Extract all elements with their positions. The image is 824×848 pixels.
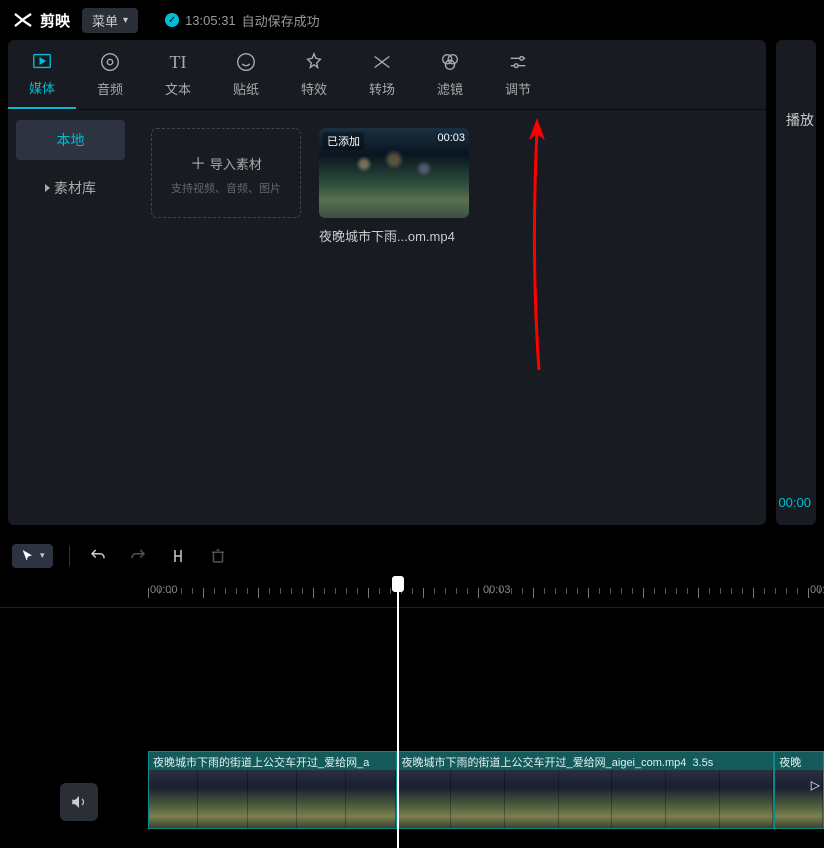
added-badge: 已添加	[323, 132, 364, 150]
tab-text[interactable]: TI 文本	[144, 40, 212, 109]
sidebar-library[interactable]: 素材库	[16, 168, 125, 208]
playhead-handle[interactable]	[392, 576, 404, 592]
delete-button[interactable]	[206, 544, 230, 568]
caret-right-icon	[45, 184, 50, 192]
tab-media[interactable]: 媒体	[8, 40, 76, 109]
transition-icon	[371, 51, 393, 73]
tab-filter[interactable]: 滤镜	[416, 40, 484, 109]
split-button[interactable]	[166, 544, 190, 568]
preview-label: 播放	[786, 110, 814, 130]
media-icon	[31, 50, 53, 72]
tab-transition[interactable]: 转场	[348, 40, 416, 109]
top-toolbar: 媒体 音频 TI 文本 贴纸 特效 转场	[8, 40, 766, 110]
sticker-icon	[235, 51, 257, 73]
ruler-label: 00:	[810, 584, 824, 596]
timeline[interactable]: 00:00 00:03 00: 夜晚城市下雨的街道上公交车开过_爱给网_a 夜晚…	[0, 578, 824, 848]
sidebar-local[interactable]: 本地	[16, 120, 125, 160]
speaker-icon	[70, 793, 88, 811]
app-logo: 剪映	[12, 9, 70, 31]
chevron-down-icon: ▾	[40, 550, 45, 561]
plus-icon: ＋	[190, 156, 206, 173]
tab-audio[interactable]: 音频	[76, 40, 144, 109]
import-media-button[interactable]: ＋ 导入素材 支持视频、音频、图片	[151, 128, 301, 218]
chevron-down-icon: ▾	[123, 15, 128, 26]
redo-button[interactable]	[126, 544, 150, 568]
text-icon: TI	[167, 51, 189, 73]
clip-filename: 夜晚城市下雨...om.mp4	[319, 226, 469, 245]
track-mute-button[interactable]	[60, 783, 98, 821]
playhead[interactable]	[397, 578, 399, 848]
ruler-label: 00:00	[150, 584, 178, 596]
adjust-icon	[507, 51, 529, 73]
timeline-toolbar: ▾	[0, 533, 824, 578]
app-name: 剪映	[40, 10, 70, 31]
tab-adjust[interactable]: 调节	[484, 40, 552, 109]
jianying-logo-icon	[12, 9, 34, 31]
cursor-tool[interactable]: ▾	[12, 544, 53, 568]
filter-icon	[439, 51, 461, 73]
ruler-label: 00:03	[483, 584, 511, 596]
undo-button[interactable]	[86, 544, 110, 568]
autosave-status: ✓ 13:05:31 自动保存成功	[165, 11, 320, 30]
timeline-clip[interactable]: 夜晚城市下雨的街道上公交车开过_爱给网_aigei_com.mp4 3.5s	[397, 751, 775, 829]
menu-dropdown[interactable]: 菜单 ▾	[82, 8, 138, 33]
preview-panel: 播放 00:00	[776, 40, 816, 525]
media-clip[interactable]: 已添加 00:03 夜晚城市下雨...om.mp4	[319, 128, 469, 245]
audio-icon	[99, 51, 121, 73]
check-icon: ✓	[165, 13, 179, 27]
main-panel: 媒体 音频 TI 文本 贴纸 特效 转场	[8, 40, 766, 525]
timeline-ruler[interactable]: 00:00 00:03 00:	[0, 578, 824, 608]
media-sidebar: 本地 素材库	[8, 110, 133, 525]
video-track[interactable]: 夜晚城市下雨的街道上公交车开过_爱给网_a 夜晚城市下雨的街道上公交车开过_爱给…	[148, 751, 824, 829]
timeline-clip[interactable]: 夜晚城市下雨的街道上公交车开过_爱给网_a	[148, 751, 397, 829]
effects-icon	[303, 51, 325, 73]
tab-sticker[interactable]: 贴纸	[212, 40, 280, 109]
clip-thumbnail: 已添加 00:03	[319, 128, 469, 218]
play-indicator-icon[interactable]: ▷	[811, 778, 820, 792]
annotation-arrow	[519, 110, 559, 370]
tab-effects[interactable]: 特效	[280, 40, 348, 109]
clip-duration: 00:03	[437, 132, 465, 144]
preview-time: 00:00	[778, 495, 811, 510]
asset-area: ＋ 导入素材 支持视频、音频、图片 已添加 00:03 夜晚城市下雨...om.…	[133, 110, 766, 525]
